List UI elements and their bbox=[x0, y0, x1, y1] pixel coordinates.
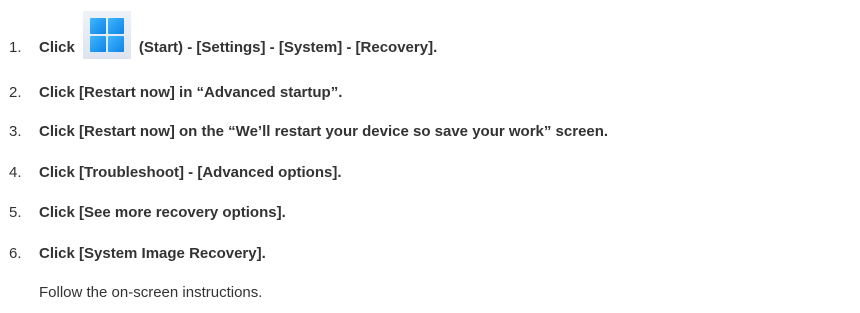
step-number: 2. bbox=[9, 83, 22, 101]
step-6-note: Follow the on-screen instructions. bbox=[39, 284, 263, 301]
step-3: 3. Click [Restart now] on the “We’ll res… bbox=[9, 120, 608, 142]
step-5: 5. Click [See more recovery options]. bbox=[9, 201, 286, 223]
step-text: Click [Restart now] in “Advanced startup… bbox=[39, 83, 343, 101]
step-4: 4. Click [Troubleshoot] - [Advanced opti… bbox=[9, 161, 342, 183]
step-text: Click [See more recovery options]. bbox=[39, 203, 286, 221]
step-number: 3. bbox=[9, 122, 22, 140]
step-number: 5. bbox=[9, 203, 22, 221]
step-text: Click [System Image Recovery]. bbox=[39, 244, 266, 262]
step-text: Click [Troubleshoot] - [Advanced options… bbox=[39, 163, 342, 181]
windows-start-icon bbox=[82, 11, 131, 59]
step-6: 6. Click [System Image Recovery]. bbox=[9, 242, 266, 264]
step-number: 1. bbox=[9, 38, 22, 56]
step-number: 6. bbox=[9, 244, 22, 262]
instruction-steps: 1. Click (Start) - [Settings] - [System]… bbox=[0, 0, 860, 313]
step-text: Click [Restart now] on the “We’ll restar… bbox=[39, 122, 609, 140]
step-2: 2. Click [Restart now] in “Advanced star… bbox=[9, 81, 342, 103]
step-1: 1. Click (Start) - [Settings] - [System]… bbox=[9, 11, 438, 59]
step-text: (Start) - [Settings] - [System] - [Recov… bbox=[138, 38, 438, 56]
step-text: Click bbox=[39, 38, 75, 56]
step-number: 4. bbox=[9, 163, 22, 181]
